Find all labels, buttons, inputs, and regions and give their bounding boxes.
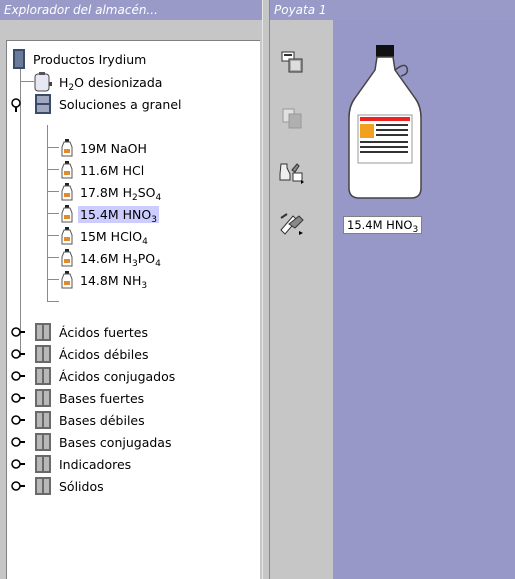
tree-item-label: Sólidos [59,478,104,494]
bench-panel: Poyata 1 15.4M HNO3 [270,0,515,579]
expand-toggle[interactable] [11,413,25,427]
tree-item-bases-fuertes[interactable]: Bases fuertes [34,387,146,409]
explorer-panel: Explorador del almacén... Productos Iryd… [0,0,262,579]
tree-guide [20,81,34,82]
collapsed-toggle-icon [11,393,25,403]
tree-item-15-4m-hno3[interactable]: 15.4M HNO3 [61,203,159,225]
copy-button[interactable] [278,104,306,132]
pour-button[interactable] [278,158,306,186]
bottle-label[interactable]: 15.4M HNO3 [343,216,423,235]
explorer-tree[interactable]: Productos Irydium H2O desionizada Soluci… [6,40,260,579]
collapsed-toggle-icon [11,481,25,491]
collapsed-toggle-icon [11,327,25,337]
cabinet-icon [35,323,51,341]
expand-toggle[interactable] [11,457,25,471]
cabinet-icon [35,345,51,363]
cabinet-icon [35,455,51,473]
explorer-title: Explorador del almacén... [0,0,262,20]
tree-guide [47,191,59,192]
expand-toggle[interactable] [11,391,25,405]
tree-item-soluciones-a-granel[interactable]: Soluciones a granel [34,93,184,115]
collapsed-toggle-icon [11,459,25,469]
tree-guide [47,257,59,258]
collapsed-toggle-icon [11,415,25,425]
tree-item-productos-irydium[interactable]: Productos Irydium [12,48,148,70]
bottle-icon [61,139,73,157]
tree-item-15m-hclo4[interactable]: 15M HClO4 [61,225,150,247]
bottle-icon [61,249,73,267]
tree-item-label: 11.6M HCl [80,162,145,178]
bench-title: Poyata 1 [270,0,515,20]
tree-item-label: 14.8M NH3 [80,272,148,291]
remove-icon [280,213,304,235]
expand-toggle[interactable] [11,479,25,493]
tree-item-19m-naoh[interactable]: 19M NaOH [61,137,149,159]
tree-item-label: 15M HClO4 [80,228,148,247]
tree-item-label: Bases fuertes [59,390,145,406]
tree-item-14-6m-h3po4[interactable]: 14.6M H3PO4 [61,247,163,269]
tree-item-label: 15.4M HNO3 [78,205,159,225]
tree-item-label: Ácidos fuertes [59,324,149,340]
expand-toggle[interactable] [11,98,25,112]
bottle-icon [61,205,73,223]
cabinet-open-icon [35,94,51,114]
acid-bottle-icon[interactable] [343,40,427,200]
tree-item-acidos-debiles[interactable]: Ácidos débiles [34,343,150,365]
tree-guide [47,213,59,214]
copy-icon [282,108,302,129]
cabinet-icon [35,433,51,451]
collapsed-toggle-icon [11,437,25,447]
water-tank-icon [34,72,52,92]
tree-item-label: Productos Irydium [33,51,147,67]
remove-button[interactable] [278,210,306,238]
bench-toolbar [270,20,333,579]
pour-icon [279,163,304,184]
tree-guide [47,147,59,148]
tree-item-11-6m-hcl[interactable]: 11.6M HCl [61,159,146,181]
tree-item-14-8m-nh3[interactable]: 14.8M NH3 [61,269,149,291]
expand-toggle[interactable] [11,435,25,449]
expand-toggle[interactable] [11,325,25,339]
tree-item-label: 17.8M H2SO4 [80,184,162,203]
panel-splitter[interactable] [262,0,270,579]
expand-toggle[interactable] [11,369,25,383]
bottle-icon [61,271,73,289]
expanded-toggle-icon [11,98,21,112]
tree-guide [47,169,59,170]
cabinet-icon [13,49,25,69]
bottle-icon [61,227,73,245]
tree-item-indicadores[interactable]: Indicadores [34,453,133,475]
cabinet-icon [35,477,51,495]
tree-item-bases-debiles[interactable]: Bases débiles [34,409,147,431]
tree-item-label: 19M NaOH [80,140,147,156]
cabinet-icon [35,411,51,429]
tree-item-label: Ácidos débiles [59,346,149,362]
tree-item-acidos-fuertes[interactable]: Ácidos fuertes [34,321,150,343]
tree-item-acidos-conjugados[interactable]: Ácidos conjugados [34,365,177,387]
tree-item-label: Soluciones a granel [59,96,182,112]
tree-item-label: Indicadores [59,456,132,472]
bottle-icon [61,183,73,201]
bench-workarea[interactable]: 15.4M HNO3 [333,20,515,579]
tree-item-label: 14.6M H3PO4 [80,250,161,269]
tree-item-label: H2O desionizada [59,74,163,93]
expand-toggle[interactable] [11,347,25,361]
tree-guide [47,235,59,236]
collapsed-toggle-icon [11,349,25,359]
collapsed-toggle-icon [11,371,25,381]
cabinet-icon [35,389,51,407]
properties-button[interactable] [278,48,306,76]
properties-icon [281,51,303,73]
tree-guide [47,301,59,302]
tree-item-17-8m-h2so4[interactable]: 17.8M H2SO4 [61,181,163,203]
tree-item-h2o-desionizada[interactable]: H2O desionizada [34,71,164,93]
tree-item-label: Bases débiles [59,412,145,428]
tree-item-solidos[interactable]: Sólidos [34,475,106,497]
tree-item-label: Bases conjugadas [59,434,172,450]
tree-item-bases-conjugadas[interactable]: Bases conjugadas [34,431,173,453]
bottle-icon [61,161,73,179]
tree-guide [47,279,59,280]
tree-item-label: Ácidos conjugados [59,368,176,384]
cabinet-icon [35,367,51,385]
